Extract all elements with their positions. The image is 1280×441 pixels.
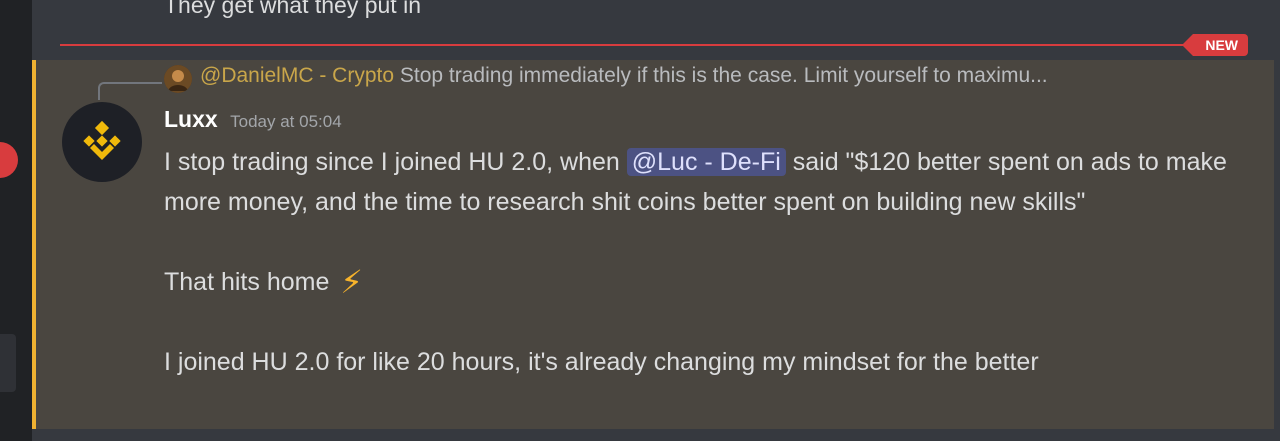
message-text: I joined HU 2.0 for like 20 hours, it's …	[164, 348, 1039, 376]
message-paragraph: I joined HU 2.0 for like 20 hours, it's …	[164, 342, 1264, 382]
binance-logo-icon	[83, 120, 121, 160]
message-content: I stop trading since I joined HU 2.0, wh…	[164, 142, 1264, 382]
notification-dot[interactable]	[0, 142, 18, 178]
message-header: Luxx Today at 05:04	[164, 106, 342, 133]
avatar[interactable]	[62, 102, 142, 182]
username[interactable]: Luxx	[164, 106, 218, 132]
lightning-emoji-icon: ⚡	[340, 264, 363, 300]
channel-item[interactable]	[0, 334, 16, 392]
message-text: That hits home	[164, 268, 330, 296]
timestamp[interactable]: Today at 05:04	[230, 112, 342, 131]
reply-spine	[98, 82, 162, 100]
server-sidebar	[0, 0, 32, 441]
new-messages-divider	[60, 44, 1248, 46]
reply-author[interactable]: @DanielMC - Crypto	[200, 64, 394, 87]
highlighted-message[interactable]: @DanielMC - Crypto Stop trading immediat…	[32, 60, 1274, 429]
reply-preview[interactable]: @DanielMC - Crypto Stop trading immediat…	[200, 64, 1220, 88]
message-text: I stop trading since I joined HU 2.0, wh…	[164, 148, 620, 176]
reply-text[interactable]: Stop trading immediately if this is the …	[400, 64, 1048, 87]
new-badge: NEW	[1182, 34, 1248, 56]
previous-message-text: They get what they put in	[164, 0, 421, 18]
message-paragraph: That hits home ⚡	[164, 262, 1264, 302]
message-paragraph: I stop trading since I joined HU 2.0, wh…	[164, 142, 1264, 222]
reply-avatar[interactable]	[164, 65, 192, 93]
user-mention[interactable]: @Luc - De-Fi	[626, 148, 786, 176]
